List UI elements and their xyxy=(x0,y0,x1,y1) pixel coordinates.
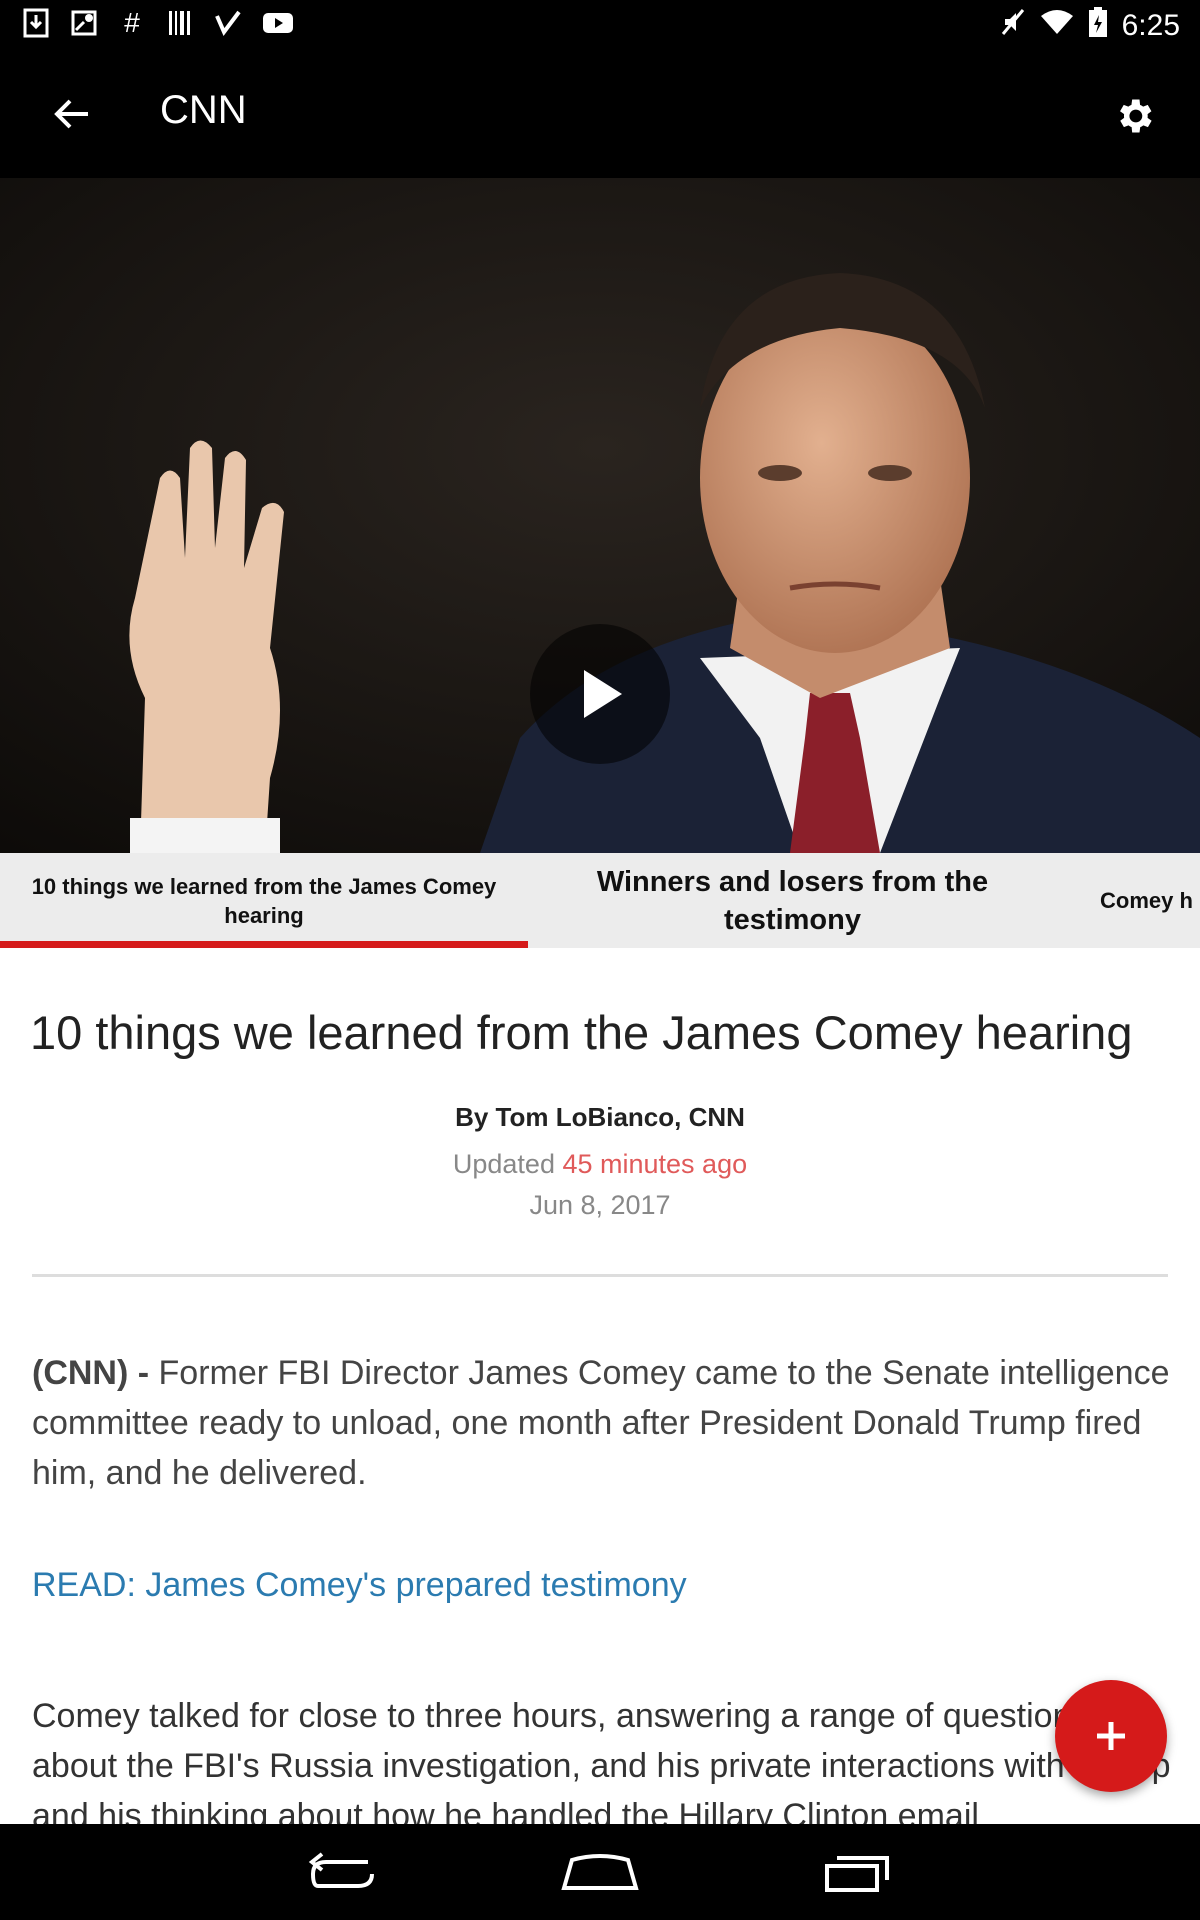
youtube-icon xyxy=(262,8,293,38)
system-icons: 6:25 xyxy=(1000,6,1180,45)
article-headline: 10 things we learned from the James Come… xyxy=(30,1006,1133,1059)
paragraph-text: Former FBI Director James Comey came to … xyxy=(32,1354,1170,1492)
article-paragraph: (CNN) - Former FBI Director James Comey … xyxy=(32,1348,1172,1498)
selected-tab-indicator xyxy=(0,941,528,948)
app-title: CNN xyxy=(160,88,247,132)
app-bar: CNN xyxy=(0,50,1200,178)
recents-nav-icon xyxy=(825,1856,889,1892)
download-icon xyxy=(22,8,50,38)
play-button[interactable] xyxy=(530,624,670,764)
article-byline: By Tom LoBianco, CNN xyxy=(455,1102,745,1132)
article-date: Jun 8, 2017 xyxy=(529,1190,671,1220)
status-time: 6:25 xyxy=(1121,8,1180,42)
tab-label: Winners and losers from the testimony xyxy=(596,865,989,936)
tab-comey[interactable]: Comey h xyxy=(1100,853,1200,948)
nav-back-button[interactable] xyxy=(293,1842,393,1902)
mute-icon xyxy=(1000,7,1026,44)
play-icon xyxy=(584,670,622,718)
divider xyxy=(32,1274,1168,1277)
barcode-icon xyxy=(166,8,194,38)
tab-winners-losers[interactable]: Winners and losers from the testimony xyxy=(555,853,1030,948)
tab-label: Comey h xyxy=(1100,887,1193,913)
nav-recents-button[interactable] xyxy=(808,1842,908,1902)
hashtag-icon: # xyxy=(124,7,140,38)
wifi-icon xyxy=(1040,8,1074,43)
system-nav-bar xyxy=(0,1824,1200,1920)
nav-home-button[interactable] xyxy=(550,1842,650,1902)
notification-icons: # xyxy=(22,7,293,38)
back-button[interactable] xyxy=(48,90,96,138)
back-nav-icon xyxy=(308,1852,374,1888)
arrow-back-icon xyxy=(54,99,88,129)
tab-10-things[interactable]: 10 things we learned from the James Come… xyxy=(0,853,528,948)
gear-icon xyxy=(1120,99,1152,133)
dateline: (CNN) - xyxy=(32,1354,150,1392)
maps-icon xyxy=(70,8,98,38)
article-body: 10 things we learned from the James Come… xyxy=(0,948,1200,1824)
updated-prefix: Updated xyxy=(452,1149,555,1179)
plus-icon xyxy=(1097,1722,1125,1750)
settings-button[interactable] xyxy=(1106,88,1162,144)
story-tabs: 10 things we learned from the James Come… xyxy=(0,853,1200,948)
status-bar: # 6:25 xyxy=(0,0,1200,50)
checkmark-icon xyxy=(214,8,242,38)
updated-ago: 45 minutes ago xyxy=(562,1149,748,1179)
add-button[interactable] xyxy=(1055,1680,1167,1792)
article-paragraph: Comey talked for close to three hours, a… xyxy=(32,1697,1171,1824)
hero-video-image[interactable] xyxy=(0,178,1200,853)
home-nav-icon xyxy=(561,1854,639,1890)
tab-label: 10 things we learned from the James Come… xyxy=(31,873,497,928)
updated-timestamp: Updated 45 minutes ago xyxy=(0,1149,1200,1180)
read-testimony-link[interactable]: READ: James Comey's prepared testimony xyxy=(32,1566,687,1605)
battery-icon xyxy=(1088,6,1108,45)
